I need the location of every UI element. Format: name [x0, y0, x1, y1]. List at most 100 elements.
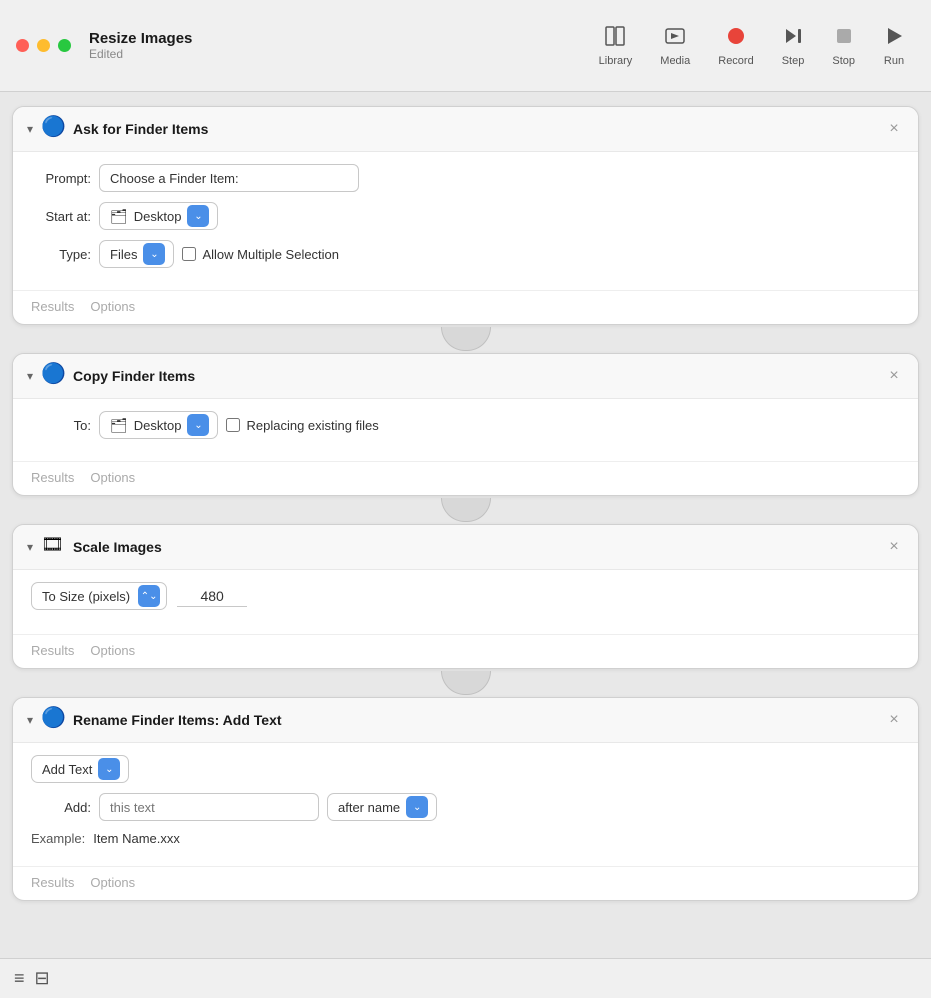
stop-label: Stop	[832, 55, 855, 67]
type-chevron-icon: ⌄	[143, 243, 165, 265]
rename-mode-chevron-icon: ⌄	[98, 758, 120, 780]
connector-2	[12, 496, 919, 524]
copy-to-chevron-icon: ⌄	[187, 414, 209, 436]
scale-images-body: To Size (pixels) ⌃⌄	[13, 570, 918, 634]
rename-options-tab[interactable]: Options	[90, 873, 143, 892]
ask-finder-collapse[interactable]: ▾	[27, 122, 33, 136]
scale-images-title: Scale Images	[73, 539, 884, 555]
connector-shape-2	[441, 498, 491, 522]
maximize-button[interactable]	[58, 39, 71, 52]
stop-icon	[833, 25, 855, 51]
ask-finder-block: ▾ 🔵 Ask for Finder Items × Prompt: Start…	[12, 106, 919, 325]
type-label: Type:	[31, 247, 91, 262]
ask-finder-header: ▾ 🔵 Ask for Finder Items ×	[13, 107, 918, 152]
toolbar: Library Media Record	[589, 21, 915, 71]
scale-mode-chevron-icon: ⌃⌄	[138, 585, 160, 607]
scale-images-footer: Results Options	[13, 634, 918, 668]
scale-images-collapse[interactable]: ▾	[27, 540, 33, 554]
connector-shape-1	[441, 327, 491, 351]
scale-mode-dropdown[interactable]: To Size (pixels) ⌃⌄	[31, 582, 167, 610]
media-label: Media	[660, 55, 690, 67]
add-label: Add:	[31, 800, 91, 815]
ask-finder-close[interactable]: ×	[884, 119, 904, 139]
copy-finder-body: To: 🗂 Desktop ⌄ Replacing existing files	[13, 399, 918, 461]
type-dropdown[interactable]: Files ⌄	[99, 240, 174, 268]
rename-mode-row: Add Text ⌄	[31, 755, 900, 783]
to-label: To:	[31, 418, 91, 433]
copy-finder-options-tab[interactable]: Options	[90, 468, 143, 487]
position-dropdown[interactable]: after name ⌄	[327, 793, 437, 821]
scale-row: To Size (pixels) ⌃⌄	[31, 582, 900, 610]
copy-finder-collapse[interactable]: ▾	[27, 369, 33, 383]
position-value: after name	[338, 800, 400, 815]
rename-finder-collapse[interactable]: ▾	[27, 713, 33, 727]
copy-finder-footer: Results Options	[13, 461, 918, 495]
title-section: Resize Images Edited	[89, 30, 192, 61]
scale-size-input[interactable]	[177, 586, 247, 607]
add-text-input[interactable]	[99, 793, 319, 821]
connector-shape-3	[441, 671, 491, 695]
run-icon	[883, 25, 905, 51]
scale-results-tab[interactable]: Results	[31, 641, 82, 660]
rename-results-tab[interactable]: Results	[31, 873, 82, 892]
rename-mode-value: Add Text	[42, 762, 92, 777]
startat-value: Desktop	[134, 209, 182, 224]
ask-finder-body: Prompt: Start at: 🗂 Desktop ⌄ Type: File…	[13, 152, 918, 290]
toolbar-run[interactable]: Run	[873, 21, 915, 71]
scale-mode-value: To Size (pixels)	[42, 589, 130, 604]
startat-dropdown[interactable]: 🗂 Desktop ⌄	[99, 202, 218, 230]
copy-finder-icon: 🔵	[41, 364, 65, 388]
rename-finder-header: ▾ 🔵 Rename Finder Items: Add Text ×	[13, 698, 918, 743]
step-label: Step	[782, 55, 805, 67]
allow-multiple-checkbox[interactable]	[182, 247, 196, 261]
scale-images-close[interactable]: ×	[884, 537, 904, 557]
toolbar-library[interactable]: Library	[589, 21, 643, 71]
run-label: Run	[884, 55, 904, 67]
titlebar: Resize Images Edited Library Media	[0, 0, 931, 92]
toolbar-media[interactable]: Media	[650, 21, 700, 71]
grid-view-icon[interactable]: ⊟	[35, 968, 50, 989]
rename-finder-body: Add Text ⌄ Add: after name ⌄ Example: It…	[13, 743, 918, 866]
copy-finder-results-tab[interactable]: Results	[31, 468, 82, 487]
record-label: Record	[718, 55, 753, 67]
scale-images-icon: 🎞	[41, 535, 65, 559]
ask-finder-type-row: Type: Files ⌄ Allow Multiple Selection	[31, 240, 900, 268]
example-row: Example: Item Name.xxx	[31, 831, 900, 846]
toolbar-stop[interactable]: Stop	[822, 21, 865, 71]
minimize-button[interactable]	[37, 39, 50, 52]
library-label: Library	[599, 55, 633, 67]
rename-finder-close[interactable]: ×	[884, 710, 904, 730]
copy-finder-block: ▾ 🔵 Copy Finder Items × To: 🗂 Desktop ⌄ …	[12, 353, 919, 496]
toolbar-record[interactable]: Record	[708, 21, 763, 71]
replacing-label: Replacing existing files	[246, 418, 378, 433]
replacing-checkbox[interactable]	[226, 418, 240, 432]
prompt-input[interactable]	[99, 164, 359, 192]
copy-folder-icon: 🗂	[110, 417, 128, 434]
scale-images-block: ▾ 🎞 Scale Images × To Size (pixels) ⌃⌄ R…	[12, 524, 919, 669]
ask-finder-options-tab[interactable]: Options	[90, 297, 143, 316]
window-title: Resize Images	[89, 30, 192, 47]
scale-options-tab[interactable]: Options	[90, 641, 143, 660]
rename-add-row: Add: after name ⌄	[31, 793, 900, 821]
media-icon	[664, 25, 686, 51]
close-button[interactable]	[16, 39, 29, 52]
ask-finder-footer: Results Options	[13, 290, 918, 324]
window-controls	[16, 39, 71, 52]
ask-finder-results-tab[interactable]: Results	[31, 297, 82, 316]
toolbar-step[interactable]: Step	[772, 21, 815, 71]
ask-finder-icon: 🔵	[41, 117, 65, 141]
copy-finder-close[interactable]: ×	[884, 366, 904, 386]
ask-finder-prompt-row: Prompt:	[31, 164, 900, 192]
list-view-icon[interactable]: ≡	[14, 968, 25, 989]
window-subtitle: Edited	[89, 47, 192, 61]
folder-icon: 🗂	[110, 208, 128, 225]
startat-chevron-icon: ⌄	[187, 205, 209, 227]
copy-to-value: Desktop	[134, 418, 182, 433]
copy-to-dropdown[interactable]: 🗂 Desktop ⌄	[99, 411, 218, 439]
record-icon	[725, 25, 747, 51]
startat-label: Start at:	[31, 209, 91, 224]
rename-mode-dropdown[interactable]: Add Text ⌄	[31, 755, 129, 783]
allow-multiple-label: Allow Multiple Selection	[202, 247, 339, 262]
library-icon	[604, 25, 626, 51]
allow-multiple-wrap: Allow Multiple Selection	[182, 247, 339, 262]
